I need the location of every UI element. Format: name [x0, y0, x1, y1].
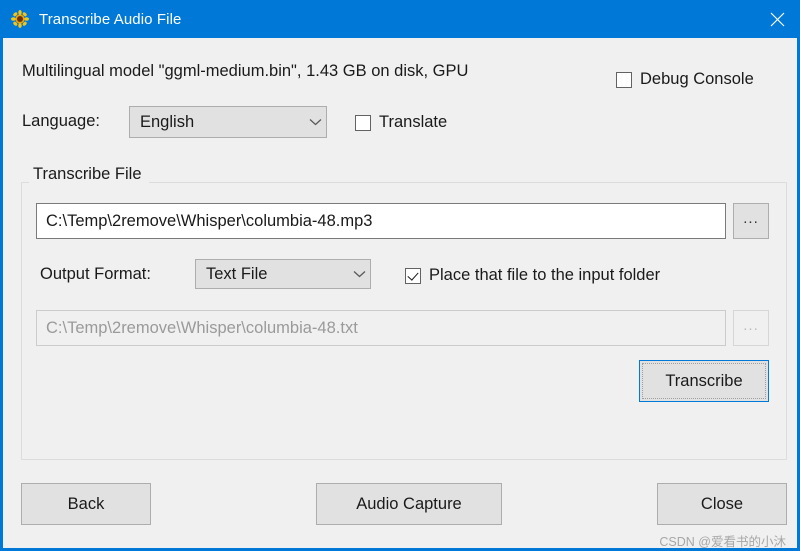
audio-capture-button-label: Audio Capture	[356, 494, 462, 513]
translate-label: Translate	[379, 113, 448, 131]
source-file-input[interactable]: C:\Temp\2remove\Whisper\columbia-48.mp3	[36, 203, 726, 239]
audio-capture-button[interactable]: Audio Capture	[316, 483, 502, 525]
chevron-down-icon	[304, 118, 326, 126]
output-file-input: C:\Temp\2remove\Whisper\columbia-48.txt	[36, 310, 726, 346]
debug-console-label: Debug Console	[640, 70, 754, 88]
transcribe-audio-file-window: Transcribe Audio File Multilingual model…	[0, 0, 800, 551]
place-file-label: Place that file to the input folder	[429, 266, 661, 284]
transcribe-file-groupbox-title: Transcribe File	[29, 165, 149, 184]
checkbox-box	[355, 114, 371, 131]
window-title: Transcribe Audio File	[39, 10, 182, 28]
watermark: CSDN @爱看书的小沐	[659, 535, 786, 549]
checkbox-box	[616, 71, 632, 88]
language-value: English	[140, 112, 195, 131]
place-file-in-input-folder-checkbox[interactable]: Place that file to the input folder	[405, 266, 660, 285]
debug-console-checkbox[interactable]: Debug Console	[616, 70, 754, 89]
back-button[interactable]: Back	[21, 483, 151, 525]
sunflower-icon	[11, 10, 29, 28]
back-button-label: Back	[67, 494, 105, 513]
chevron-down-icon	[348, 270, 370, 278]
output-format-value: Text File	[206, 264, 268, 283]
translate-checkbox[interactable]: Translate	[355, 113, 447, 132]
close-icon[interactable]	[754, 0, 797, 38]
model-info-text: Multilingual model "ggml-medium.bin", 1.…	[22, 62, 469, 80]
language-label: Language:	[22, 112, 100, 130]
checkbox-box	[405, 267, 421, 284]
output-format-dropdown[interactable]: Text File	[195, 259, 371, 289]
browse-source-button[interactable]: ...	[733, 203, 769, 239]
title-bar: Transcribe Audio File	[3, 0, 797, 38]
language-dropdown[interactable]: English	[129, 106, 327, 138]
transcribe-button[interactable]: Transcribe	[639, 360, 769, 402]
output-format-label: Output Format:	[40, 265, 151, 283]
browse-output-button: ...	[733, 310, 769, 346]
transcribe-button-label: Transcribe	[665, 371, 743, 390]
close-button[interactable]: Close	[657, 483, 787, 525]
close-button-label: Close	[700, 494, 744, 513]
